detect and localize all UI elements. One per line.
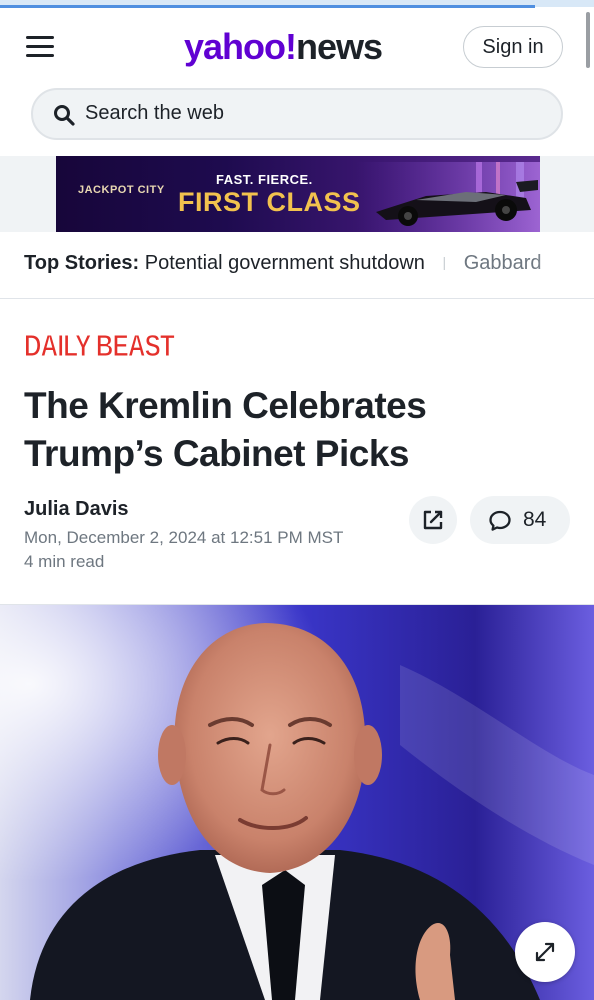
share-button[interactable] bbox=[409, 496, 457, 544]
share-external-icon bbox=[423, 510, 443, 530]
race-car-illustration bbox=[356, 162, 540, 232]
expand-arrows-icon bbox=[535, 942, 555, 962]
top-stories-fade bbox=[534, 232, 594, 298]
search-icon bbox=[54, 105, 75, 126]
article-hero-image[interactable] bbox=[0, 605, 594, 1000]
comment-bubble-icon bbox=[489, 510, 511, 531]
search-placeholder: Search the web bbox=[85, 102, 224, 124]
sign-in-button[interactable]: Sign in bbox=[463, 26, 563, 68]
publish-timestamp: Mon, December 2, 2024 at 12:51 PM MST bbox=[24, 528, 344, 547]
author-name[interactable]: Julia Davis bbox=[24, 498, 129, 521]
comments-button[interactable]: 84 bbox=[470, 496, 570, 544]
article-headline: The Kremlin Celebrates Trump’s Cabinet P… bbox=[24, 385, 427, 474]
top-story-link[interactable]: Gabbard bbox=[464, 252, 542, 274]
ad-band: JACKPOT CITY FAST. FIERCE. FIRST CLASS bbox=[0, 156, 594, 232]
hero-photo bbox=[0, 605, 594, 1000]
top-story-link[interactable]: Potential government shutdown bbox=[145, 252, 425, 274]
top-stories-label: Top Stories: bbox=[24, 252, 140, 274]
hamburger-menu-icon[interactable] bbox=[26, 36, 54, 58]
site-header: yahoo!news Sign in Search the web bbox=[0, 8, 594, 156]
comment-count: 84 bbox=[523, 508, 547, 531]
read-time: 4 min read bbox=[24, 552, 105, 571]
ad-logo: JACKPOT CITY bbox=[78, 184, 165, 196]
expand-image-button[interactable] bbox=[515, 922, 575, 982]
yahoo-news-logo[interactable]: yahoo!news bbox=[184, 26, 383, 68]
logo-brand: yahoo! bbox=[184, 26, 297, 67]
ad-banner[interactable]: JACKPOT CITY FAST. FIERCE. FIRST CLASS bbox=[56, 156, 540, 232]
top-stories-separator: | bbox=[442, 254, 447, 270]
top-stories-bar: Top Stories: Potential government shutdo… bbox=[0, 232, 594, 299]
ad-headline: FIRST CLASS bbox=[178, 187, 361, 217]
publisher-logo[interactable]: DAILY BEAST bbox=[24, 328, 176, 364]
ad-tagline: FAST. FIERCE. bbox=[216, 172, 313, 187]
logo-product: news bbox=[296, 26, 383, 67]
search-input[interactable]: Search the web bbox=[31, 88, 563, 140]
